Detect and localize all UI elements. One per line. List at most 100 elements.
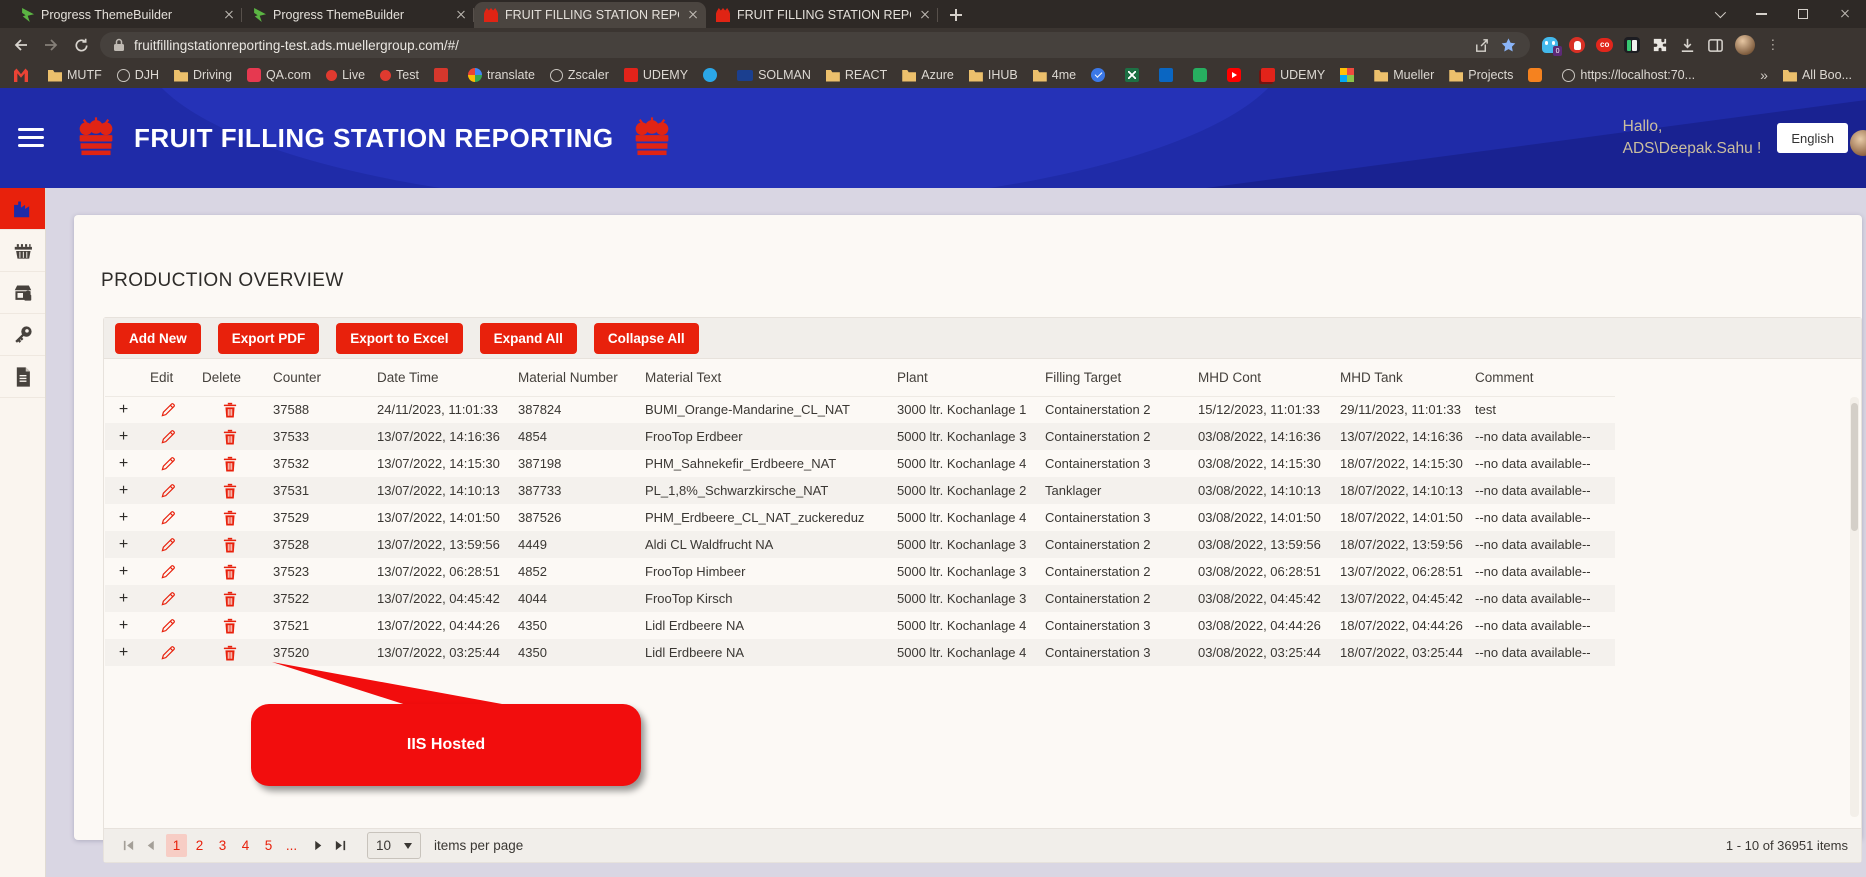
profile-avatar[interactable] [1735,35,1756,55]
col-plant[interactable]: Plant [889,359,1037,397]
expand-row-button[interactable]: + [119,482,128,499]
bookmark-item[interactable]: » [1760,67,1768,83]
page-size-dropdown[interactable]: 10 [367,832,421,859]
expand-row-button[interactable]: + [119,536,128,553]
expand-row-button[interactable]: + [119,644,128,661]
toolbar-button[interactable]: Export PDF [217,322,320,354]
page-button[interactable]: 1 [166,834,187,857]
bookmark-item[interactable]: SOLMAN [737,68,811,82]
browser-tab[interactable]: FRUIT FILLING STATION REPORT [474,2,706,28]
edit-button[interactable] [160,537,176,553]
grid-scrollbar-thumb[interactable] [1851,403,1858,531]
extension-book-icon[interactable] [1624,37,1641,53]
first-page-icon[interactable] [117,835,139,857]
tab-close-icon[interactable] [918,8,932,22]
side-panel-icon[interactable] [1707,37,1724,54]
address-bar[interactable]: fruitfillingstationreporting-test.ads.mu… [100,32,1530,58]
browser-tab[interactable]: Progress ThemeBuilder [242,2,474,28]
bookmark-item[interactable]: UDEMY [623,68,688,82]
toolbar-button[interactable]: Collapse All [593,322,699,354]
bookmark-item[interactable]: REACT [825,68,887,82]
sidebar-item-basket[interactable] [0,230,45,272]
delete-button[interactable] [223,618,237,634]
expand-row-button[interactable]: + [119,563,128,580]
bookmark-item[interactable]: https://localhost:70... [1562,68,1695,82]
bookmark-star-icon[interactable] [1500,37,1517,54]
extension-adblock-icon[interactable] [1569,37,1585,53]
hamburger-menu-icon[interactable] [18,128,46,148]
extension-co-icon[interactable]: co [1596,38,1614,52]
page-button[interactable]: 2 [189,834,210,857]
back-icon[interactable] [10,34,32,56]
bookmark-item[interactable] [433,68,453,82]
bookmark-item[interactable] [1159,68,1178,82]
previous-page-icon[interactable] [139,835,161,857]
expand-row-button[interactable]: + [119,428,128,445]
minimize-button[interactable] [1740,0,1782,28]
tab-search-chevron-icon[interactable] [1698,0,1740,28]
language-selector[interactable]: English [1777,123,1848,153]
share-icon[interactable] [1473,37,1490,54]
bookmark-item[interactable] [1125,68,1144,82]
reload-icon[interactable] [70,34,92,56]
sidebar-item-store[interactable] [0,272,45,314]
page-button[interactable]: 5 [258,834,279,857]
bookmark-item[interactable]: DJH [116,68,159,82]
bookmark-item[interactable]: Live [326,68,365,82]
col-material-number[interactable]: Material Number [510,359,637,397]
edit-button[interactable] [160,564,176,580]
bookmark-item[interactable] [1227,68,1246,82]
bookmark-item[interactable] [1340,68,1359,82]
bookmark-item[interactable]: UDEMY [1261,68,1325,82]
delete-button[interactable] [223,402,237,418]
forward-icon[interactable] [40,34,62,56]
bookmark-item[interactable]: MUTF [48,68,102,82]
new-tab-button[interactable] [944,3,968,27]
bookmark-item[interactable]: Mueller [1374,68,1434,82]
delete-button[interactable] [223,645,237,661]
tab-close-icon[interactable] [454,8,468,22]
delete-button[interactable] [223,429,237,445]
expand-row-button[interactable]: + [119,617,128,634]
col-filling-target[interactable]: Filling Target [1037,359,1190,397]
delete-button[interactable] [223,510,237,526]
edit-button[interactable] [160,456,176,472]
expand-row-button[interactable]: + [119,590,128,607]
browser-tab[interactable]: Progress ThemeBuilder [10,2,242,28]
bookmark-item[interactable]: 4me [1032,68,1076,82]
edit-button[interactable] [160,402,176,418]
close-button[interactable] [1824,0,1866,28]
bookmark-item[interactable]: Test [380,68,419,82]
bookmark-item[interactable]: Zscaler [549,68,609,82]
bookmark-item[interactable]: Azure [902,68,954,82]
edit-button[interactable] [160,429,176,445]
bookmark-item[interactable] [14,68,33,82]
bookmark-item[interactable] [1091,68,1110,82]
col-comment[interactable]: Comment [1467,359,1615,397]
extensions-puzzle-icon[interactable] [1651,37,1668,54]
expand-row-button[interactable]: + [119,509,128,526]
sidebar-item-factory[interactable] [0,188,45,230]
delete-button[interactable] [223,564,237,580]
browser-tab[interactable]: FRUIT FILLING STATION REPORT [706,2,938,28]
last-page-icon[interactable] [329,835,351,857]
edit-button[interactable] [160,591,176,607]
bookmark-item[interactable]: QA.com [246,68,311,82]
bookmark-item[interactable]: Projects [1449,68,1513,82]
bookmark-item[interactable]: Driving [174,68,232,82]
sidebar-item-key[interactable] [0,314,45,356]
bookmark-item[interactable]: IHUB [968,68,1018,82]
maximize-button[interactable] [1782,0,1824,28]
col-material-text[interactable]: Material Text [637,359,889,397]
next-page-icon[interactable] [307,835,329,857]
toolbar-button[interactable]: Expand All [479,322,577,354]
delete-button[interactable] [223,591,237,607]
col-date-time[interactable]: Date Time [369,359,510,397]
edit-button[interactable] [160,618,176,634]
extension-ghost-icon[interactable]: 0 [1542,37,1562,56]
bookmark-item[interactable] [1193,68,1212,82]
col-mhd-tank[interactable]: MHD Tank [1332,359,1467,397]
bookmark-item[interactable]: translate [467,68,535,82]
expand-row-button[interactable]: + [119,401,128,418]
expand-row-button[interactable]: + [119,455,128,472]
